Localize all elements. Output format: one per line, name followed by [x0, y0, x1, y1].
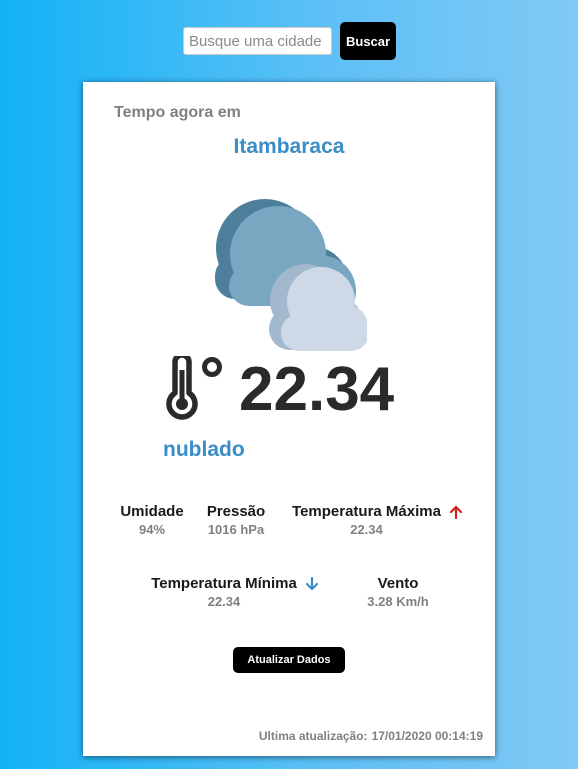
last-update: Ultima atualização: 17/01/2020 00:14:19: [259, 729, 483, 743]
temp-min-label: Temperatura Mínima: [151, 575, 297, 592]
last-update-label: Ultima atualização:: [258, 729, 368, 743]
wind-value: 3.28 Km/h: [367, 594, 429, 609]
refresh-data-button[interactable]: Atualizar Dados: [233, 647, 345, 673]
humidity-value: 94%: [138, 522, 166, 537]
city-name: Itambaraca: [233, 135, 345, 158]
search-button[interactable]: Buscar: [340, 22, 396, 60]
wind-label: Vento: [377, 575, 419, 592]
pressure-stat: Pressão 1016 hPa: [201, 503, 271, 537]
temp-max-value: 22.34: [350, 522, 383, 537]
weather-card: Tempo agora em Itambaraca 22.34 nublado …: [83, 82, 495, 756]
search-input[interactable]: [183, 27, 332, 55]
humidity-label: Umidade: [120, 503, 184, 520]
pressure-label: Pressão: [206, 503, 266, 520]
thermometer-degree-icon: [166, 356, 222, 420]
cloudy-icon: [215, 199, 367, 351]
temp-max-label: Temperatura Máxima: [292, 503, 441, 520]
temp-min-label-row: Temperatura Mínima: [145, 575, 325, 592]
temp-max-stat: Temperatura Máxima 22.34: [285, 503, 470, 537]
now-label: Tempo agora em: [114, 104, 241, 121]
arrow-down-icon: [305, 576, 318, 590]
temperature-row: 22.34: [163, 354, 394, 424]
last-update-value: 17/01/2020 00:14:19: [371, 729, 483, 743]
temperature-value: 22.34: [239, 354, 395, 424]
arrow-up-icon: [449, 505, 463, 519]
weather-description: nublado: [163, 438, 245, 461]
wind-stat: Vento 3.28 Km/h: [358, 575, 438, 609]
temp-min-stat: Temperatura Mínima 22.34: [145, 575, 325, 609]
pressure-value: 1016 hPa: [207, 522, 265, 537]
temp-min-value: 22.34: [207, 594, 241, 609]
temp-max-label-row: Temperatura Máxima: [285, 503, 470, 520]
humidity-stat: Umidade 94%: [117, 503, 187, 537]
search-bar: Buscar: [183, 22, 396, 60]
